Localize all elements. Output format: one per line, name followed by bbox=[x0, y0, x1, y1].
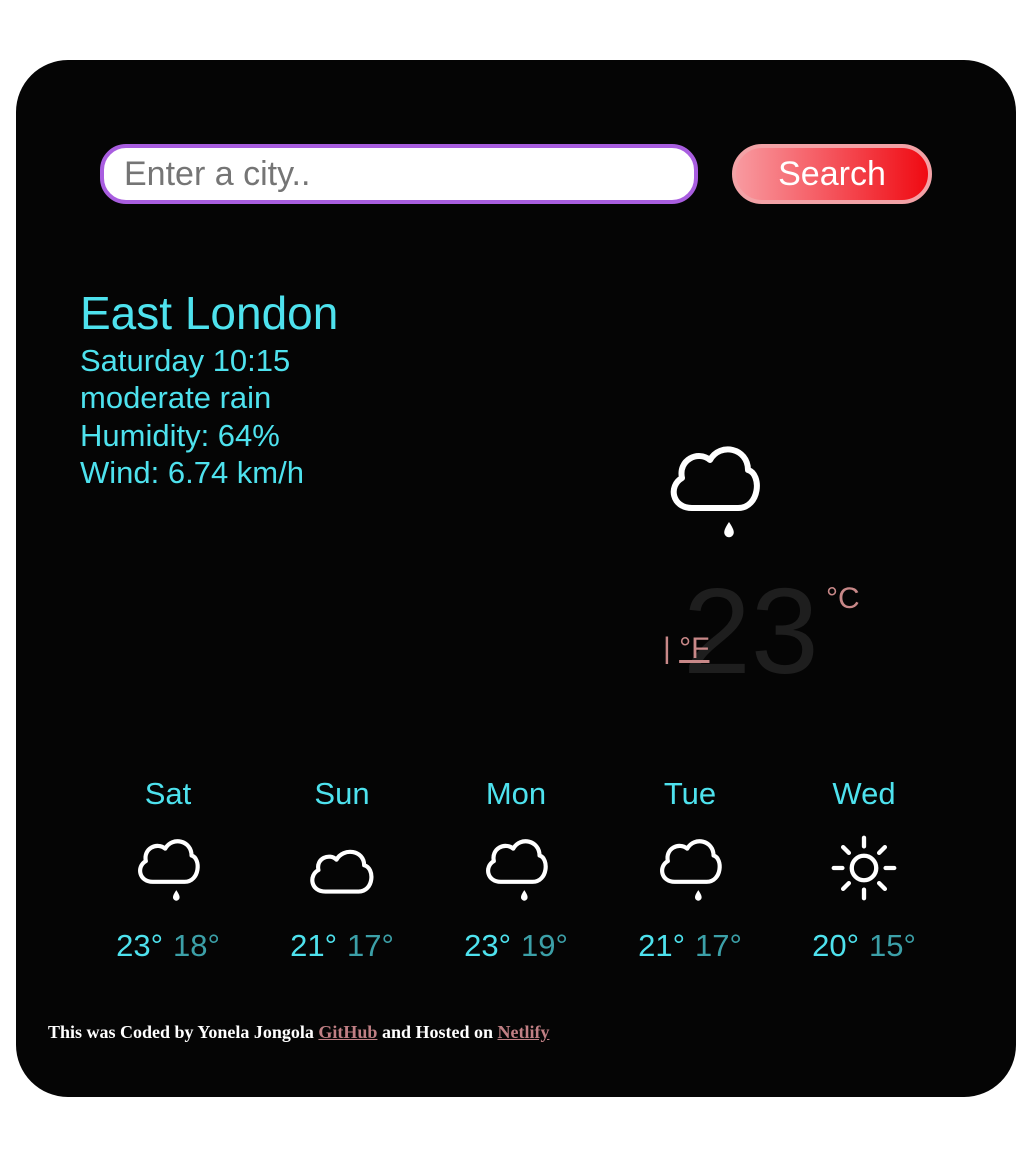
humidity: Humidity: 64% bbox=[80, 418, 280, 453]
forecast-min-temp: 17° bbox=[347, 928, 394, 963]
forecast-day: Tue 21° 17° bbox=[620, 774, 760, 964]
rain-cloud-icon bbox=[486, 839, 548, 901]
rain-cloud-icon bbox=[670, 446, 760, 538]
unit-toggle: | °F bbox=[663, 632, 709, 666]
forecast-day: Mon 23° 19° bbox=[446, 774, 586, 964]
cloud-icon bbox=[310, 849, 374, 894]
forecast-day: Sat 23° 18° bbox=[98, 774, 238, 964]
search-button[interactable]: Search bbox=[732, 144, 932, 204]
forecast-min-temp: 19° bbox=[521, 928, 568, 963]
forecast-max-temp: 21° bbox=[290, 928, 337, 963]
current-temperature: 23 bbox=[683, 563, 819, 699]
sun-icon bbox=[831, 835, 897, 901]
forecast-max-temp: 21° bbox=[638, 928, 685, 963]
netlify-link[interactable]: Netlify bbox=[497, 1022, 549, 1042]
unit-separator: | bbox=[663, 632, 671, 665]
fahrenheit-link[interactable]: °F bbox=[679, 632, 709, 665]
forecast-min-temp: 15° bbox=[869, 928, 916, 963]
wind-speed: Wind: 6.74 km/h bbox=[80, 455, 304, 490]
footer: This was Coded by Yonela Jongola GitHub … bbox=[48, 1022, 549, 1043]
forecast-min-temp: 17° bbox=[695, 928, 742, 963]
forecast-day-name: Tue bbox=[663, 776, 717, 811]
city-search-input[interactable] bbox=[100, 144, 698, 204]
city-name: East London bbox=[80, 287, 339, 339]
forecast-day-name: Wed bbox=[832, 776, 896, 811]
forecast-day-name: Sun bbox=[314, 776, 370, 811]
weather-description: moderate rain bbox=[80, 380, 272, 415]
footer-credit: This was Coded by Yonela Jongola bbox=[48, 1022, 314, 1042]
forecast-max-temp: 20° bbox=[812, 928, 859, 963]
rain-cloud-icon bbox=[138, 839, 200, 901]
forecast-min-temp: 18° bbox=[173, 928, 220, 963]
forecast-day-name: Sat bbox=[144, 776, 192, 811]
forecast-day: Sun 21° 17° bbox=[272, 774, 412, 964]
footer-hosted: and Hosted on bbox=[381, 1022, 493, 1042]
forecast-max-temp: 23° bbox=[464, 928, 511, 963]
forecast-max-temp: 23° bbox=[116, 928, 163, 963]
date-time: Saturday 10:15 bbox=[80, 343, 291, 378]
rain-cloud-icon bbox=[660, 839, 722, 901]
celsius-unit: °C bbox=[826, 582, 860, 615]
github-link[interactable]: GitHub bbox=[318, 1022, 377, 1042]
forecast-day-name: Mon bbox=[485, 776, 547, 811]
forecast-day: Wed 20° 15° bbox=[794, 774, 934, 964]
